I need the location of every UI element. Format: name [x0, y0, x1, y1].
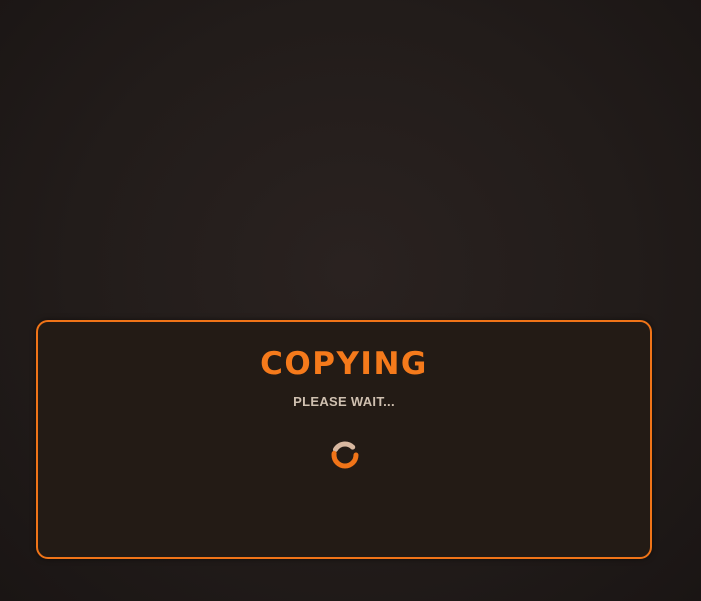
copying-dialog: COPYING PLEASE WAIT... — [36, 320, 652, 559]
dialog-subtitle: PLEASE WAIT... — [293, 394, 395, 409]
loading-spinner-icon — [331, 441, 359, 469]
dialog-title: COPYING — [260, 346, 428, 382]
